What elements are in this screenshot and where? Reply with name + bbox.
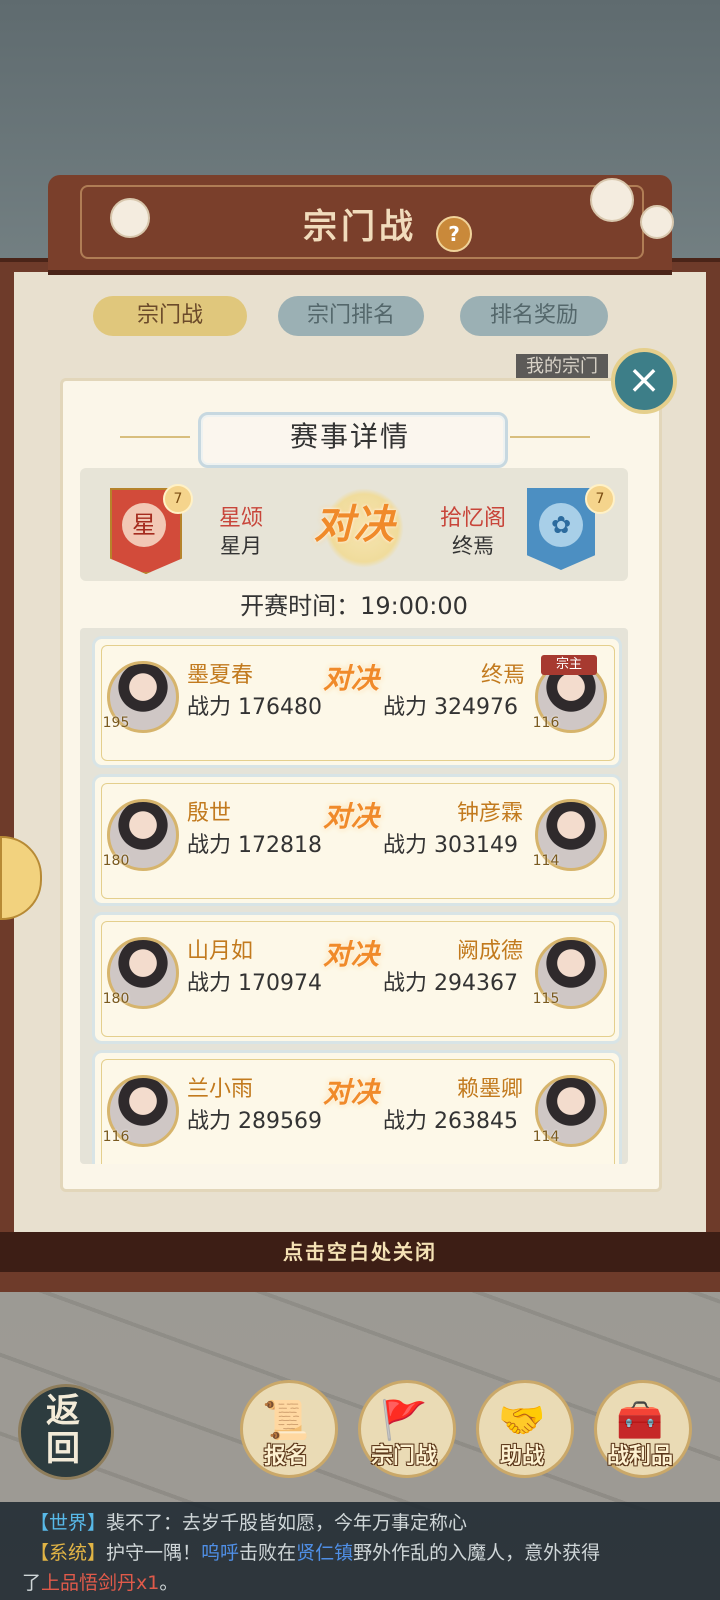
chat-panel[interactable]: 【世界】裴不了：去岁千股皆如愿，今年万事定称心 【系统】护守一隅！呜呼击败在贤仁… bbox=[0, 1502, 720, 1600]
player-name: 阙成德 bbox=[457, 939, 524, 964]
location-link[interactable]: 贤仁镇 bbox=[296, 1542, 353, 1564]
match-card: 195 墨夏春 战力 176480 对决 终焉 战力 324976 116 宗主 bbox=[92, 636, 622, 768]
player-link[interactable]: 呜呼 bbox=[201, 1542, 239, 1564]
match-versus-label: 对决 bbox=[323, 1076, 380, 1109]
close-button[interactable]: × bbox=[611, 348, 677, 414]
close-hint: 点击空白处关闭 bbox=[283, 1240, 437, 1264]
blossom-icon bbox=[640, 205, 674, 239]
chat-line-system-cont: 了上品悟剑丹x1。 bbox=[22, 1568, 178, 1595]
left-sect-emblem: 星 bbox=[122, 503, 166, 547]
chat-message: 裴不了：去岁千股皆如愿，今年万事定称心 bbox=[106, 1512, 468, 1534]
chat-line-system: 【系统】护守一隅！呜呼击败在贤仁镇野外作乱的入魔人，意外获得 bbox=[30, 1538, 600, 1565]
chat-text: 。 bbox=[159, 1572, 179, 1594]
title-divider bbox=[120, 436, 190, 438]
versus-label: 对决 bbox=[314, 502, 394, 548]
help-icon[interactable]: ? bbox=[436, 216, 472, 252]
flag-mountain-icon: 🚩 bbox=[380, 1398, 428, 1442]
avatar-level: 180 bbox=[102, 853, 130, 869]
item-link[interactable]: 上品悟剑丹x1 bbox=[41, 1572, 159, 1594]
loot-label: 战利品 bbox=[606, 1444, 673, 1469]
match-card: 180 殷世 战力 172818 对决 钟彦霖 战力 303149 114 bbox=[92, 774, 622, 906]
tab-my-sect[interactable]: 我的宗门 bbox=[516, 354, 608, 380]
chat-text: 了 bbox=[22, 1572, 42, 1594]
player-power: 战力 324976 bbox=[383, 695, 518, 720]
match-list[interactable]: 195 墨夏春 战力 176480 对决 终焉 战力 324976 116 宗主… bbox=[80, 628, 628, 1164]
player-power: 战力 172818 bbox=[187, 833, 322, 858]
avatar-level: 116 bbox=[102, 1129, 130, 1145]
avatar-level: 116 bbox=[532, 715, 560, 731]
player-power: 战力 263845 bbox=[383, 1109, 518, 1134]
page-title: 宗门战 bbox=[303, 207, 417, 247]
player-power: 战力 170974 bbox=[187, 971, 322, 996]
start-time: 开赛时间：19:00:00 bbox=[240, 592, 468, 620]
match-card: 180 山月如 战力 170974 对决 阙成德 战力 294367 115 bbox=[92, 912, 622, 1044]
assist-label: 助战 bbox=[499, 1444, 544, 1469]
player-power: 战力 289569 bbox=[187, 1109, 322, 1134]
player-name: 钟彦霖 bbox=[457, 801, 524, 826]
blossom-icon bbox=[590, 178, 634, 222]
player-name: 兰小雨 bbox=[187, 1077, 254, 1102]
sect-war-label: 宗门战 bbox=[370, 1444, 437, 1469]
chat-text: 护守一隅！ bbox=[106, 1542, 202, 1564]
left-sect-name: 星颂 bbox=[218, 506, 263, 531]
player-name: 赖墨卿 bbox=[457, 1077, 524, 1102]
avatar-level: 114 bbox=[532, 1129, 560, 1145]
player-name: 墨夏春 bbox=[187, 663, 254, 688]
match-versus-label: 对决 bbox=[323, 938, 380, 971]
back-label: 返回 bbox=[46, 1391, 80, 1469]
system-tag: 【系统】 bbox=[30, 1542, 107, 1564]
player-name: 山月如 bbox=[187, 939, 254, 964]
tab-sect-rank[interactable]: 宗门排名 bbox=[278, 296, 424, 336]
player-name: 殷世 bbox=[187, 801, 232, 826]
player-name: 终焉 bbox=[481, 663, 526, 688]
match-versus-label: 对决 bbox=[323, 800, 380, 833]
right-sect-name: 拾忆阁 bbox=[439, 506, 506, 531]
left-sect-leader: 星月 bbox=[220, 534, 262, 558]
chat-text: 击败在 bbox=[239, 1542, 297, 1564]
treasure-chest-icon: 🧰 bbox=[616, 1398, 664, 1442]
avatar-level: 114 bbox=[532, 853, 560, 869]
player-power: 战力 176480 bbox=[187, 695, 322, 720]
player-power: 战力 294367 bbox=[383, 971, 518, 996]
player-power: 战力 303149 bbox=[383, 833, 518, 858]
leader-badge: 宗主 bbox=[541, 655, 597, 675]
tab-sect-war[interactable]: 宗门战 bbox=[93, 296, 247, 336]
blossom-icon bbox=[110, 198, 150, 238]
right-sect-leader: 终焉 bbox=[452, 534, 494, 558]
scroll-brush-icon: 📜 bbox=[262, 1398, 310, 1442]
avatar-level: 195 bbox=[102, 715, 130, 731]
signup-label: 报名 bbox=[263, 1444, 308, 1469]
match-versus-label: 对决 bbox=[323, 662, 380, 695]
right-sect-level: 7 bbox=[585, 484, 615, 514]
chat-line-world: 【世界】裴不了：去岁千股皆如愿，今年万事定称心 bbox=[30, 1508, 467, 1535]
handshake-icon: 🤝 bbox=[498, 1398, 546, 1442]
lotus-icon: ✿ bbox=[539, 503, 583, 547]
title-divider bbox=[510, 436, 590, 438]
avatar-level: 115 bbox=[532, 991, 560, 1007]
tab-rank-reward[interactable]: 排名奖励 bbox=[460, 296, 608, 336]
modal-title: 赛事详情 bbox=[289, 420, 410, 453]
match-card: 116 兰小雨 战力 289569 对决 赖墨卿 战力 263845 114 bbox=[92, 1050, 622, 1164]
avatar-level: 180 bbox=[102, 991, 130, 1007]
chat-text: 野外作乱的入魔人，意外获得 bbox=[353, 1542, 601, 1564]
world-tag: 【世界】 bbox=[30, 1512, 107, 1534]
